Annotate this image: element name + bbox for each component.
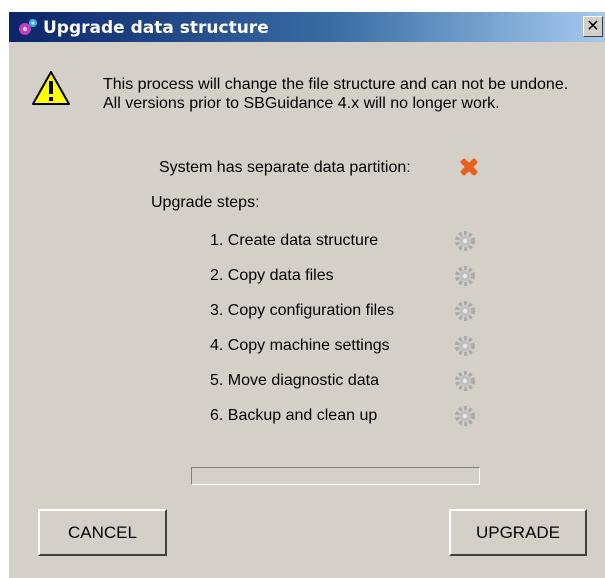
close-button[interactable]: ✕ [583,16,603,37]
cancel-button[interactable]: CANCEL [38,509,167,556]
warning-message: This process will change the file struct… [103,76,569,112]
progress-bar [191,467,480,485]
window-title: Upgrade data structure [43,18,269,38]
step-label: 5. Move diagnostic data [210,372,379,389]
gear-icon [455,336,475,356]
close-icon: ✕ [586,16,600,35]
upgrade-button[interactable]: UPGRADE [449,509,587,556]
step-item: 2. Copy data files [9,265,605,291]
step-item: 3. Copy configuration files [9,300,605,326]
step-label: 6. Backup and clean up [210,407,378,424]
step-item: 6. Backup and clean up [9,405,605,431]
red-x-icon [460,158,478,176]
gear-icon [455,406,475,426]
step-item: 4. Copy machine settings [9,335,605,361]
gear-icon [455,231,475,251]
gear-icon [455,301,475,321]
upgrade-dialog: Upgrade data structure ✕ This process wi… [8,11,605,578]
step-item: 1. Create data structure [9,230,605,256]
upgrade-steps-heading: Upgrade steps: [151,194,260,211]
step-label: 4. Copy machine settings [210,337,390,354]
step-item: 5. Move diagnostic data [9,370,605,396]
partition-label: System has separate data partition: [159,159,411,176]
title-bar[interactable]: Upgrade data structure ✕ [9,12,605,42]
step-label: 3. Copy configuration files [210,302,395,319]
gear-icon [455,266,475,286]
warning-icon [32,71,70,105]
app-gears-icon [19,19,37,35]
gear-icon [455,371,475,391]
step-label: 2. Copy data files [210,267,334,284]
step-label: 1. Create data structure [210,232,379,249]
